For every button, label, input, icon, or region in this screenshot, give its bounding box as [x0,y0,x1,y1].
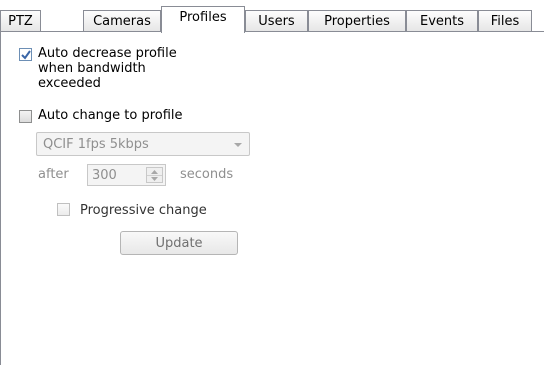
arrow-up-icon[interactable] [151,170,158,174]
profiles-panel: Auto decrease profile when bandwidth exc… [0,32,544,365]
tab-label: PTZ [8,13,33,29]
seconds-value: 300 [92,168,117,183]
update-button[interactable]: Update [120,231,238,255]
tab-cameras[interactable]: Cameras [83,10,161,31]
tab-bar: PTZ Cameras Profiles Users Properties Ev… [0,0,544,33]
seconds-stepper[interactable] [146,167,163,183]
tab-label: Cameras [93,13,151,29]
update-button-label: Update [155,235,203,251]
seconds-spinbox[interactable]: 300 [87,164,166,186]
stepper-divider [147,175,162,176]
after-label: after [38,167,69,182]
auto-decrease-label-line-2: when bandwidth [38,61,146,76]
tab-users[interactable]: Users [245,10,308,31]
seconds-label: seconds [180,167,234,182]
tab-label: Files [490,13,520,29]
auto-decrease-checkbox[interactable] [19,48,32,61]
auto-decrease-label: Auto decrease profile when bandwidth exc… [38,46,177,91]
auto-decrease-label-line-3: exceeded [38,76,101,91]
tab-profiles[interactable]: Profiles [161,6,245,33]
tab-events[interactable]: Events [406,10,478,31]
auto-change-checkbox[interactable] [19,110,32,123]
progressive-change-label: Progressive change [80,203,207,218]
tab-ptz[interactable]: PTZ [0,10,41,31]
profile-select-value: QCIF 1fps 5kbps [43,137,149,152]
tab-label: Events [419,13,464,29]
profile-select[interactable]: QCIF 1fps 5kbps [36,132,250,156]
auto-decrease-label-line-1: Auto decrease profile [38,46,177,61]
chevron-down-icon [234,143,242,147]
tab-label: Properties [324,13,390,29]
tab-properties[interactable]: Properties [308,10,406,31]
tab-label: Users [258,13,295,29]
tab-label: Profiles [179,9,227,25]
checkmark-icon [21,50,31,60]
arrow-down-icon[interactable] [151,177,158,181]
tab-files[interactable]: Files [478,10,532,31]
progressive-change-checkbox[interactable] [57,203,70,216]
auto-change-label: Auto change to profile [38,108,183,123]
